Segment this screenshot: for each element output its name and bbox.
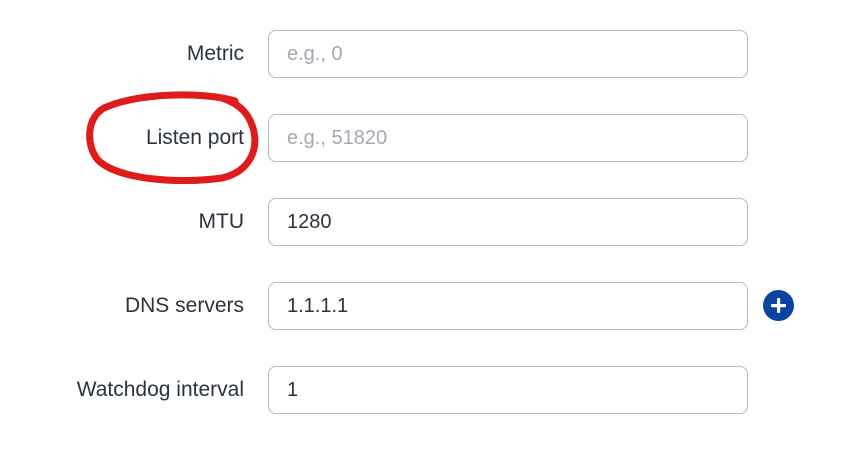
dns-servers-row: DNS servers: [0, 282, 846, 330]
mtu-label: MTU: [198, 210, 245, 233]
add-dns-server-button[interactable]: [763, 290, 794, 321]
mtu-input[interactable]: [268, 198, 748, 246]
metric-input[interactable]: [268, 30, 748, 78]
dns-servers-label: DNS servers: [124, 294, 244, 317]
metric-row: Metric: [0, 30, 846, 78]
watchdog-interval-input[interactable]: [268, 366, 748, 414]
listen-port-input[interactable]: [268, 114, 748, 162]
plus-circle-icon: [771, 298, 786, 313]
watchdog-interval-label: Watchdog interval: [76, 378, 244, 401]
interface-settings-form: Metric Listen port MTU DNS servers Watch…: [0, 0, 846, 452]
listen-port-row: Listen port: [0, 114, 846, 162]
watchdog-interval-row: Watchdog interval: [0, 366, 846, 414]
mtu-row: MTU: [0, 198, 846, 246]
listen-port-label: Listen port: [145, 126, 244, 149]
metric-label: Metric: [186, 42, 244, 65]
dns-servers-input[interactable]: [268, 282, 748, 330]
